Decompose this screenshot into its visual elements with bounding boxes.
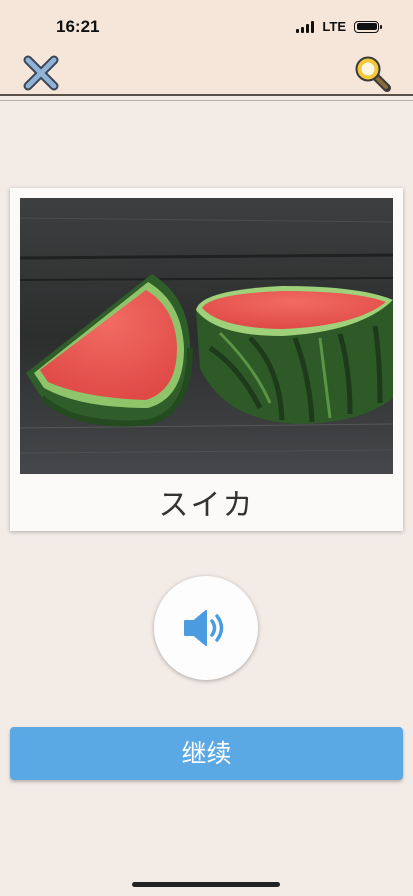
battery-icon (354, 20, 382, 33)
status-indicators: LTE (296, 19, 382, 34)
home-indicator[interactable] (132, 882, 280, 887)
speaker-icon (184, 610, 224, 646)
toolbar-divider (0, 94, 413, 96)
continue-button[interactable]: 继续 (10, 727, 403, 780)
play-audio-button[interactable] (154, 576, 258, 680)
signal-icon (296, 20, 315, 33)
flashcard-word: スイカ (158, 488, 255, 523)
status-bar: 16:21 LTE (0, 0, 413, 50)
status-time: 16:21 (56, 17, 100, 36)
flashcard: スイカ (10, 188, 403, 531)
close-button[interactable] (22, 54, 60, 92)
close-x-icon (23, 55, 59, 91)
magnifier-icon (355, 56, 391, 92)
search-button[interactable] (352, 53, 392, 93)
toolbar-divider-thin (0, 100, 413, 101)
network-label: LTE (322, 19, 346, 34)
watermelon-photo (20, 198, 393, 474)
